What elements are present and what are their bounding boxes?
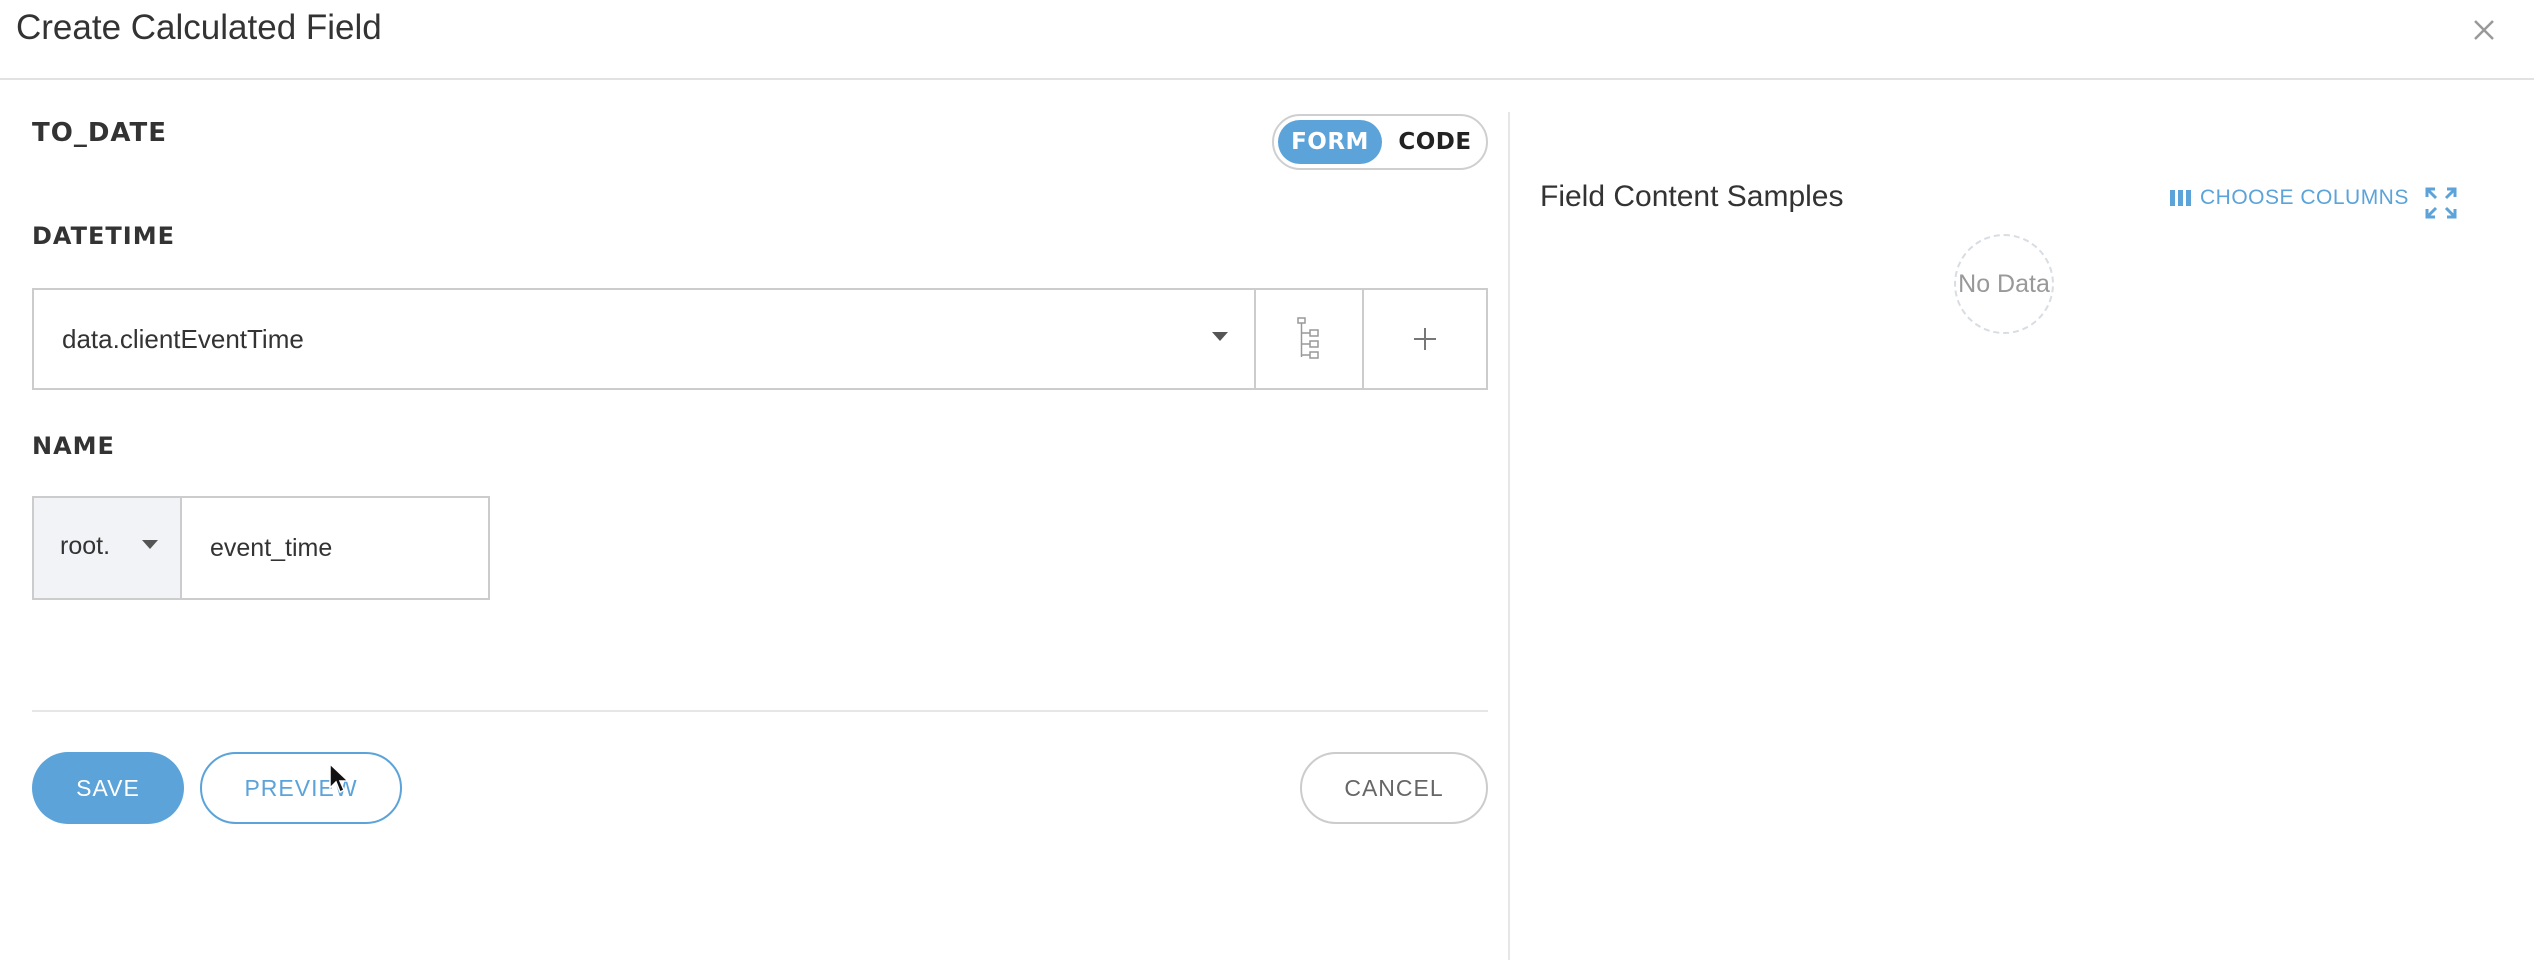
field-tree-button[interactable] bbox=[1254, 288, 1364, 390]
function-name: TO_DATE bbox=[32, 118, 168, 148]
toggle-code[interactable]: CODE bbox=[1386, 120, 1484, 164]
save-button[interactable]: SAVE bbox=[32, 752, 184, 824]
caret-down-icon bbox=[1212, 332, 1228, 341]
tree-icon bbox=[1297, 317, 1319, 359]
datetime-value: data.clientEventTime bbox=[62, 324, 304, 354]
mode-toggle[interactable]: FORM CODE bbox=[1272, 114, 1488, 170]
datetime-select[interactable]: data.clientEventTime bbox=[32, 288, 1256, 390]
name-label: NAME bbox=[32, 432, 115, 460]
name-prefix-select[interactable]: root. bbox=[32, 496, 182, 600]
no-data-text: No Data bbox=[1958, 269, 2050, 298]
no-data-indicator: No Data bbox=[1954, 234, 2054, 334]
dialog-title: Create Calculated Field bbox=[16, 8, 382, 47]
form-divider bbox=[32, 710, 1488, 712]
samples-title: Field Content Samples bbox=[1540, 180, 1844, 213]
choose-columns-button[interactable]: CHOOSE COLUMNS bbox=[2170, 186, 2409, 210]
datetime-label: DATETIME bbox=[32, 222, 175, 250]
close-button[interactable] bbox=[2464, 10, 2504, 50]
close-icon bbox=[2474, 20, 2494, 40]
name-input-value: event_time bbox=[210, 534, 333, 562]
cancel-button[interactable]: CANCEL bbox=[1300, 752, 1488, 824]
add-field-button[interactable] bbox=[1362, 288, 1488, 390]
toggle-form[interactable]: FORM bbox=[1278, 120, 1382, 164]
expand-icon[interactable] bbox=[2424, 186, 2458, 220]
name-prefix-value: root. bbox=[60, 532, 111, 560]
mouse-cursor-icon bbox=[329, 762, 350, 794]
name-input[interactable]: event_time bbox=[180, 496, 490, 600]
dialog-header: Create Calculated Field bbox=[0, 0, 2534, 80]
preview-button[interactable]: PREVIEW bbox=[200, 752, 402, 824]
columns-icon bbox=[2170, 190, 2191, 206]
panel-divider bbox=[1508, 112, 1510, 960]
caret-down-icon bbox=[142, 540, 158, 549]
plus-icon bbox=[1414, 328, 1436, 350]
choose-columns-label: CHOOSE COLUMNS bbox=[2200, 186, 2409, 209]
